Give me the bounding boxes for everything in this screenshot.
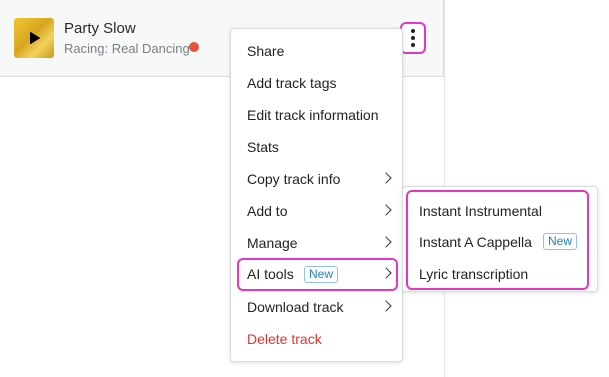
menu-item-label: Edit track information <box>247 107 379 123</box>
menu-item-label: Delete track <box>247 331 322 347</box>
menu-item-share[interactable]: Share <box>237 35 398 67</box>
menu-item-add-to[interactable]: Add to <box>237 195 398 227</box>
menu-item-manage[interactable]: Manage <box>237 227 398 259</box>
menu-item-label: Copy track info <box>247 171 341 187</box>
more-options-button[interactable] <box>400 22 426 54</box>
menu-item-ai-tools[interactable]: AI tools New <box>237 258 398 291</box>
menu-item-delete-track[interactable]: Delete track <box>237 323 398 355</box>
new-badge: New <box>304 266 339 283</box>
menu-item-label: AI tools <box>247 266 294 282</box>
menu-item-label: Manage <box>247 235 298 251</box>
menu-item-copy-track-info[interactable]: Copy track info <box>237 163 398 195</box>
more-vertical-icon <box>411 29 415 47</box>
track-subtitle: Racing: Real Dancing <box>64 41 190 56</box>
submenu-item-label: Lyric transcription <box>419 266 529 282</box>
chevron-right-icon <box>380 236 392 248</box>
menu-item-label: Download track <box>247 299 344 315</box>
submenu-item-label: Instant Instrumental <box>419 203 542 219</box>
menu-item-label: Stats <box>247 139 279 155</box>
submenu-item-instant-a-cappella[interactable]: Instant A Cappella New <box>419 230 589 254</box>
track-title: Party Slow <box>64 20 136 37</box>
submenu-item-label: Instant A Cappella <box>419 234 532 250</box>
menu-item-label: Add to <box>247 203 288 219</box>
status-dot-icon <box>189 42 199 52</box>
menu-item-stats[interactable]: Stats <box>237 131 398 163</box>
menu-item-edit-track-information[interactable]: Edit track information <box>237 99 398 131</box>
chevron-right-icon <box>380 204 392 216</box>
chevron-right-icon <box>380 172 392 184</box>
track-context-menu: Share Add track tags Edit track informat… <box>230 28 403 362</box>
chevron-right-icon <box>380 267 392 279</box>
menu-item-label: Add track tags <box>247 75 337 91</box>
new-badge: New <box>543 233 578 250</box>
chevron-right-icon <box>380 300 392 312</box>
menu-item-label: Share <box>247 43 285 59</box>
menu-item-download-track[interactable]: Download track <box>237 291 398 323</box>
ai-tools-submenu: Instant Instrumental Instant A Cappella … <box>402 186 598 292</box>
menu-item-add-track-tags[interactable]: Add track tags <box>237 67 398 99</box>
